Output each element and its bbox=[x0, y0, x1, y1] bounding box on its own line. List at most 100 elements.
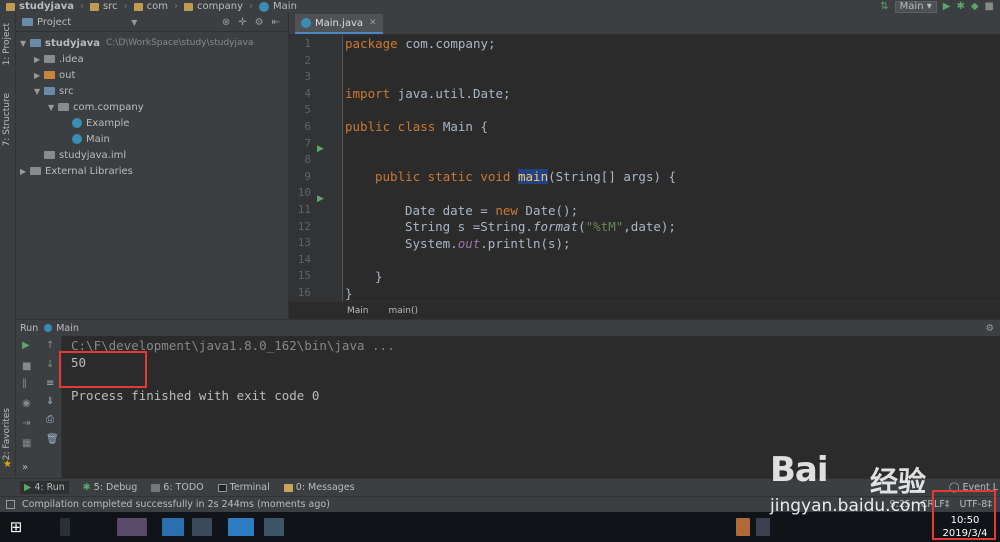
trash-icon[interactable]: 🗑 bbox=[46, 434, 59, 445]
run-class-icon[interactable]: ▶ bbox=[317, 144, 324, 154]
taskbar-app-icon[interactable] bbox=[162, 518, 184, 536]
collapsed-arrow-icon[interactable]: ▶ bbox=[34, 55, 44, 64]
expanded-arrow-icon[interactable]: ▼ bbox=[34, 87, 44, 96]
tab-run[interactable]: ▶ 4: Run bbox=[20, 481, 69, 494]
class-icon bbox=[72, 118, 82, 128]
hide-icon[interactable]: ⇤ bbox=[272, 17, 280, 28]
tab-messages[interactable]: 0: Messages bbox=[283, 482, 355, 493]
code-line-1: package com.company; bbox=[345, 36, 496, 51]
tab-todo[interactable]: 6: TODO bbox=[151, 482, 204, 493]
close-icon[interactable]: ✕ bbox=[369, 18, 377, 28]
tray-icon[interactable] bbox=[736, 518, 750, 536]
tool-window-toggle-icon[interactable] bbox=[6, 500, 15, 509]
project-panel: Project ▼ ⊗ ✛ ⚙ ⇤ ▼ studyjava C:\D\WorkSpa… bbox=[16, 13, 288, 319]
class-icon bbox=[44, 324, 53, 332]
project-tool-button[interactable]: 1: Project bbox=[2, 23, 12, 65]
tree-node[interactable]: studyjava.iml bbox=[16, 147, 288, 163]
highlight-box bbox=[59, 351, 147, 388]
console-exit-message: Process finished with exit code 0 bbox=[71, 388, 320, 403]
settings-icon[interactable]: ⚙ bbox=[255, 17, 264, 28]
collapse-icon[interactable]: ✛ bbox=[238, 17, 246, 28]
tree-node[interactable]: Main bbox=[16, 131, 288, 147]
folder-icon bbox=[133, 2, 143, 11]
windows-start-icon[interactable]: ⊞ bbox=[0, 512, 32, 542]
tree-node[interactable]: ▼ src bbox=[16, 83, 288, 99]
class-icon bbox=[301, 18, 311, 28]
terminal-icon bbox=[217, 483, 227, 492]
run-method-icon[interactable]: ▶ bbox=[317, 194, 324, 204]
debug-icon[interactable]: ✱ bbox=[956, 1, 964, 12]
down-icon[interactable]: ↓ bbox=[46, 359, 54, 370]
line-number: 13 bbox=[297, 236, 311, 250]
collapsed-arrow-icon[interactable]: ▶ bbox=[20, 167, 30, 176]
breadcrumb-src[interactable]: src › bbox=[84, 1, 128, 12]
structure-tool-button[interactable]: 7: Structure bbox=[2, 93, 12, 147]
tray-icon[interactable] bbox=[756, 518, 770, 536]
tab-terminal[interactable]: Terminal bbox=[217, 482, 270, 493]
taskbar-app-icon[interactable] bbox=[192, 518, 212, 536]
breadcrumb-com[interactable]: com › bbox=[128, 1, 178, 12]
tree-node-label: studyjava bbox=[45, 37, 100, 49]
line-number: 11 bbox=[297, 203, 311, 216]
run-config-tab[interactable]: Main bbox=[56, 323, 79, 334]
collapsed-arrow-icon[interactable]: ▶ bbox=[34, 71, 44, 80]
build-icon[interactable]: ⇅ bbox=[880, 1, 888, 12]
view-dropdown-icon[interactable]: ▼ bbox=[131, 18, 137, 27]
line-number: 16 bbox=[297, 286, 311, 299]
pause-icon[interactable]: ‖ bbox=[22, 378, 27, 389]
favorites-tool-button[interactable]: 2: Favorites bbox=[2, 408, 12, 460]
console-output[interactable]: C:\F\development\java1.8.0_162\bin\java … bbox=[62, 336, 1000, 478]
status-message: Compilation completed successfully in 2s… bbox=[22, 499, 330, 510]
soft-wrap-icon[interactable]: ≡ bbox=[46, 378, 54, 389]
run-icon: ▶ bbox=[24, 482, 32, 493]
breadcrumb-company[interactable]: company › bbox=[178, 1, 253, 12]
rerun-icon[interactable]: ▶ bbox=[22, 340, 30, 351]
expand-icon[interactable]: » bbox=[22, 462, 28, 473]
breadcrumb-method[interactable]: main() bbox=[389, 306, 419, 316]
tab-debug[interactable]: ✱ 5: Debug bbox=[83, 482, 137, 493]
tree-node-path: C:\D\WorkSpace\study\studyjava bbox=[105, 38, 254, 48]
line-number: 14 bbox=[297, 252, 311, 266]
expanded-arrow-icon[interactable]: ▼ bbox=[48, 103, 58, 112]
tab-main-java[interactable]: Main.java ✕ bbox=[295, 14, 383, 34]
line-number: 15 bbox=[297, 269, 311, 283]
tree-node[interactable]: ▶ .idea bbox=[16, 51, 288, 67]
gear-icon[interactable]: ⚙ bbox=[985, 323, 1000, 334]
tree-node[interactable]: ▼ studyjava C:\D\WorkSpace\study\studyjava bbox=[16, 35, 288, 51]
sync-icon[interactable]: ⊗ bbox=[222, 17, 230, 28]
caret-position[interactable]: 9:25 bbox=[889, 499, 910, 510]
tree-node[interactable]: ▼ com.company bbox=[16, 99, 288, 115]
module-icon bbox=[6, 2, 15, 11]
breadcrumb-main[interactable]: Main bbox=[253, 1, 297, 12]
editor-breadcrumb: Main main() bbox=[289, 301, 1000, 319]
line-number: 5 bbox=[304, 103, 311, 117]
taskbar-app-icon[interactable] bbox=[264, 518, 284, 536]
breadcrumb-class[interactable]: Main bbox=[347, 306, 369, 316]
exit-icon[interactable]: ⇥ bbox=[22, 418, 30, 429]
star-icon: ★ bbox=[3, 459, 12, 470]
run-config-select[interactable]: Main ▾ bbox=[894, 0, 937, 13]
layout-icon[interactable]: ▦ bbox=[22, 438, 31, 449]
taskbar-app-icon[interactable] bbox=[228, 518, 254, 536]
tree-node[interactable]: ▶ External Libraries bbox=[16, 163, 288, 179]
tree-node-label: External Libraries bbox=[45, 165, 133, 177]
up-icon[interactable]: ↑ bbox=[46, 340, 54, 351]
stop-icon[interactable]: ■ bbox=[22, 361, 31, 372]
code-line-4: import java.util.Date; bbox=[345, 86, 511, 101]
stop-icon[interactable]: ■ bbox=[985, 1, 994, 12]
highlight-box bbox=[932, 490, 996, 540]
tree-node[interactable]: ▶ out bbox=[16, 67, 288, 83]
coverage-icon[interactable]: ◆ bbox=[971, 1, 979, 12]
folder-icon bbox=[44, 71, 55, 79]
taskbar-app-icon[interactable] bbox=[117, 518, 147, 536]
code-area[interactable]: package com.company; import java.util.Da… bbox=[345, 35, 1000, 301]
project-tree: ▼ studyjava C:\D\WorkSpace\study\studyjava… bbox=[16, 32, 288, 179]
code-line-13: System.out.println(s); bbox=[405, 236, 571, 251]
expanded-arrow-icon[interactable]: ▼ bbox=[20, 39, 30, 48]
breadcrumb-studyjava[interactable]: studyjava › bbox=[0, 1, 84, 12]
dump-threads-icon[interactable]: ◉ bbox=[22, 398, 31, 409]
run-icon[interactable]: ▶ bbox=[943, 1, 951, 12]
print-icon[interactable]: ⎙ bbox=[46, 414, 54, 425]
scroll-end-icon[interactable]: ⇓ bbox=[46, 396, 54, 407]
tree-node[interactable]: Example bbox=[16, 115, 288, 131]
